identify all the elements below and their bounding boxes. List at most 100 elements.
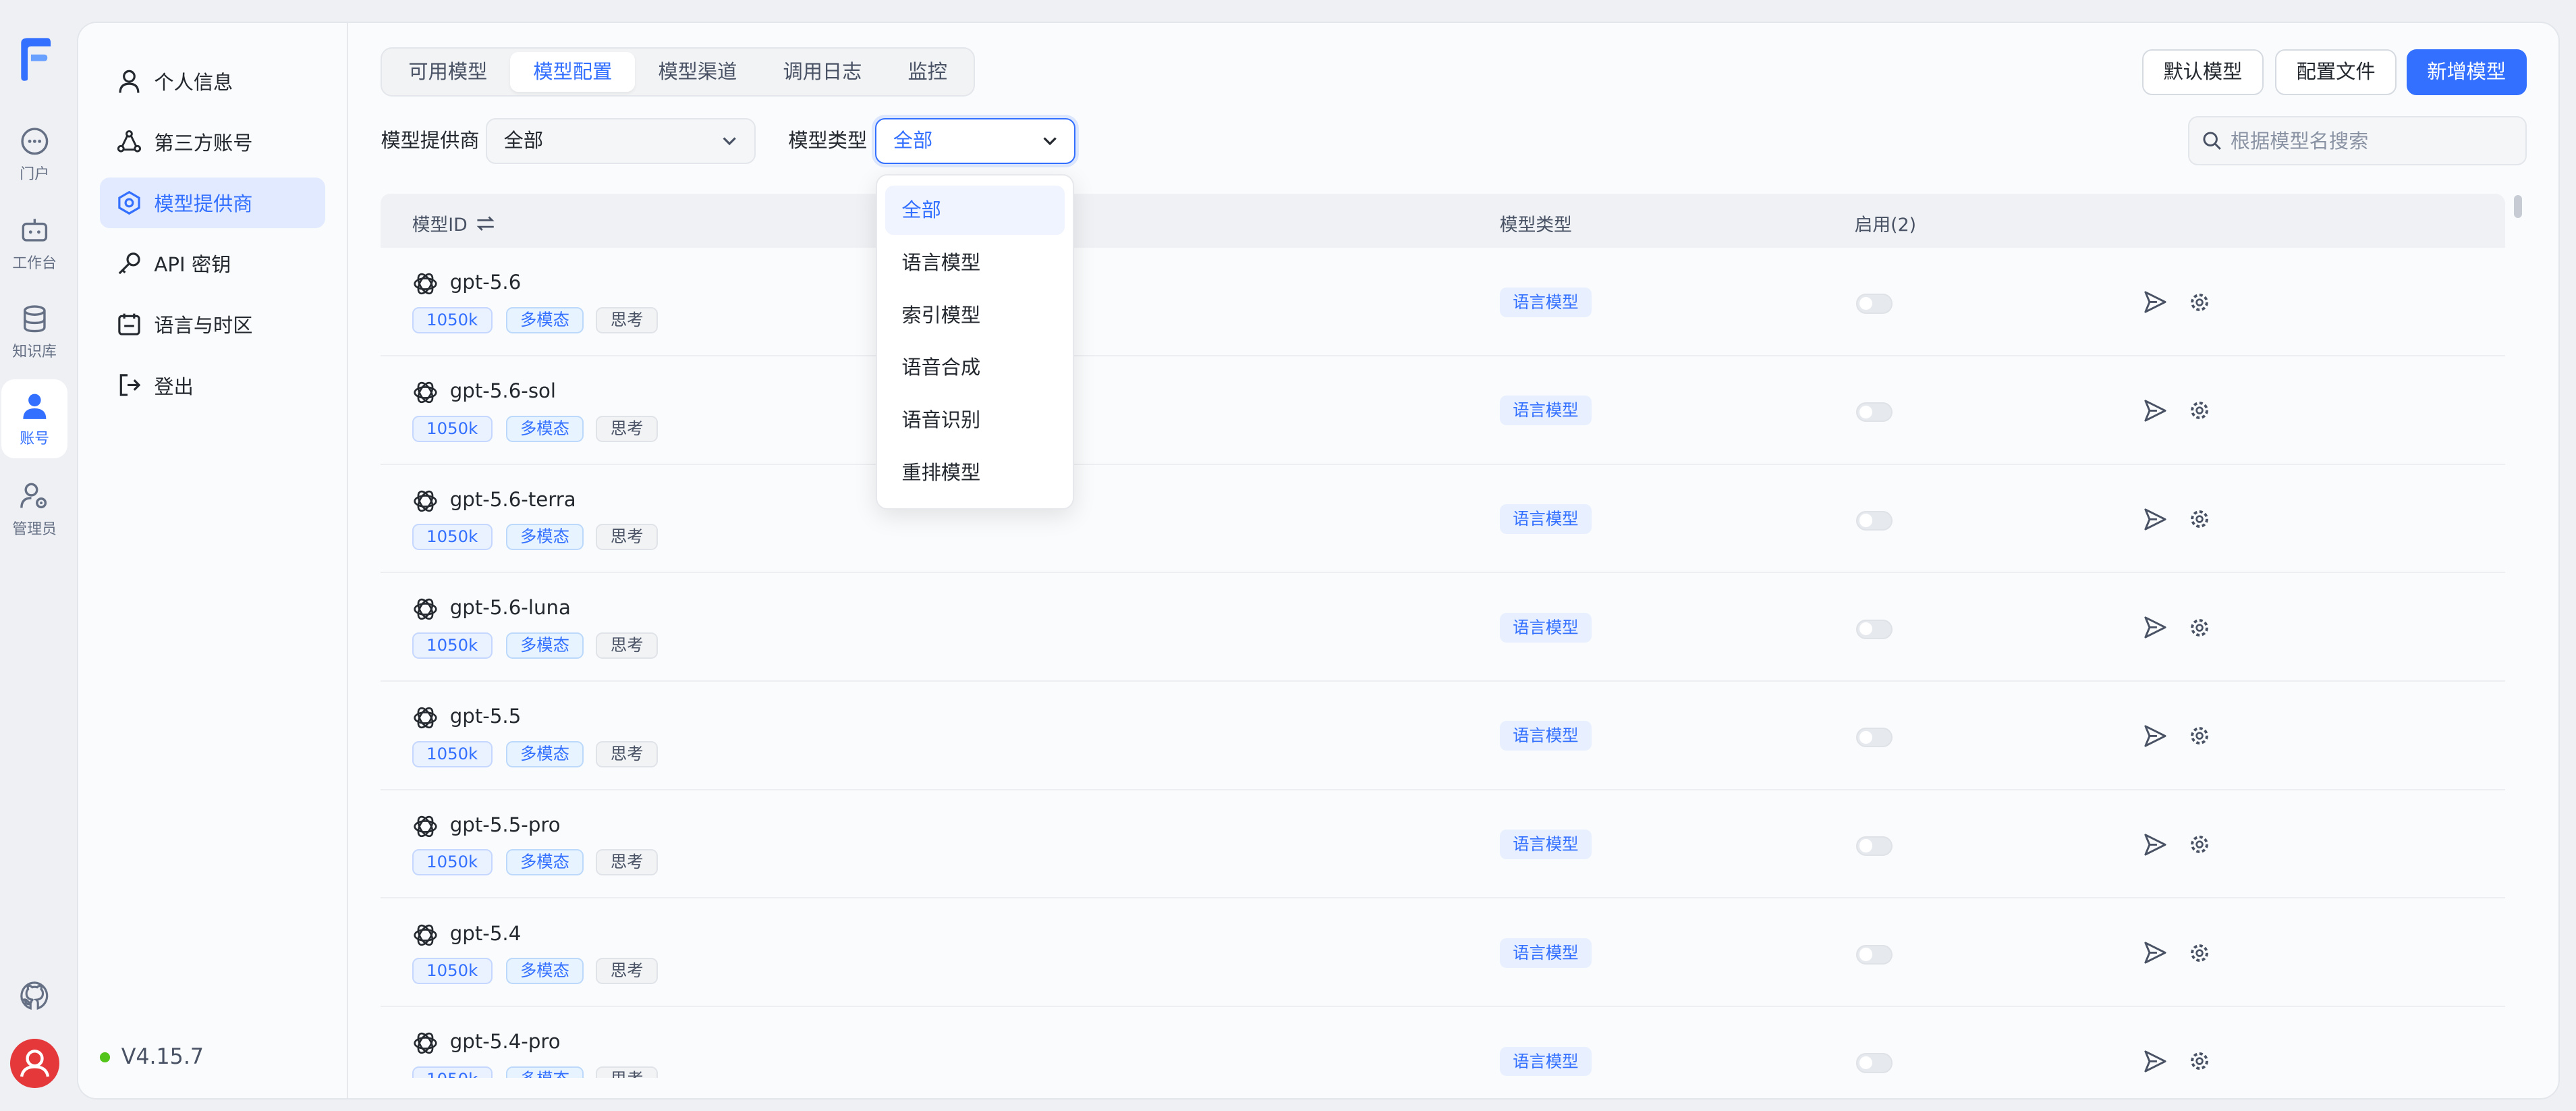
- model-name: gpt-5.6-terra: [449, 487, 576, 511]
- send-test-icon[interactable]: [2142, 1048, 2168, 1075]
- sidebar-item-profile[interactable]: 个人信息: [100, 55, 325, 106]
- reasoning-tag: 思考: [596, 1066, 659, 1078]
- key-icon: [119, 252, 141, 275]
- chevron-down-icon: [723, 137, 736, 146]
- github-icon[interactable]: [18, 979, 51, 1012]
- tab-available-models[interactable]: 可用模型: [385, 52, 510, 91]
- database-icon: [23, 305, 46, 333]
- config-file-button[interactable]: 配置文件: [2275, 49, 2397, 95]
- context-tag: 1050k: [412, 849, 493, 876]
- dropdown-option-tts[interactable]: 语音合成: [885, 343, 1065, 392]
- rail-item-account[interactable]: 账号: [1, 379, 67, 459]
- gear-icon[interactable]: [2188, 508, 2211, 531]
- send-test-icon[interactable]: [2142, 723, 2168, 749]
- type-select[interactable]: 全部: [875, 117, 1076, 165]
- search-box[interactable]: [2187, 116, 2527, 166]
- gear-icon[interactable]: [2188, 942, 2211, 965]
- tab-call-logs[interactable]: 调用日志: [760, 52, 885, 91]
- dropdown-option-embedding[interactable]: 索引模型: [885, 291, 1065, 340]
- admin-gear-icon: [20, 483, 47, 509]
- sidebar-item-label: 个人信息: [154, 71, 233, 94]
- model-type-badge: 语言模型: [1499, 396, 1592, 426]
- content-area: 可用模型 模型配置 模型渠道 调用日志 监控 默认模型 配置文件 新增模型 模型…: [348, 23, 2558, 1098]
- default-model-button[interactable]: 默认模型: [2141, 49, 2264, 95]
- send-test-icon[interactable]: [2142, 398, 2168, 424]
- table-row: gpt-5.5-pro 1050k 多模态 思考 语言模型: [381, 790, 2505, 899]
- swap-sort-icon[interactable]: [476, 215, 495, 232]
- sidebar-item-third-party[interactable]: 第三方账号: [100, 116, 325, 167]
- rail-label: 门户: [20, 166, 50, 184]
- logout-icon: [120, 374, 141, 396]
- sidebar-item-label: 第三方账号: [154, 132, 253, 155]
- provider-icon: [118, 190, 141, 215]
- send-test-icon[interactable]: [2142, 289, 2168, 315]
- enable-toggle[interactable]: [1856, 728, 1893, 748]
- enable-toggle[interactable]: [1856, 510, 1893, 531]
- provider-filter-label: 模型提供商: [381, 129, 480, 153]
- dropdown-option-rerank[interactable]: 重排模型: [885, 448, 1065, 497]
- rail-item-knowledge[interactable]: 知识库: [1, 292, 67, 371]
- model-type-badge: 语言模型: [1499, 504, 1592, 534]
- tab-model-channels[interactable]: 模型渠道: [635, 52, 760, 91]
- provider-select[interactable]: 全部: [486, 117, 756, 165]
- dropdown-option-stt[interactable]: 语音识别: [885, 396, 1065, 445]
- enable-toggle[interactable]: [1856, 836, 1893, 857]
- add-model-button[interactable]: 新增模型: [2406, 49, 2527, 95]
- version-text: V4.15.7: [121, 1045, 204, 1070]
- multimodal-tag: 多模态: [505, 415, 584, 442]
- model-type-badge: 语言模型: [1499, 1046, 1592, 1077]
- enable-toggle[interactable]: [1856, 619, 1893, 639]
- reasoning-tag: 思考: [596, 632, 659, 659]
- sidebar-item-logout[interactable]: 登出: [100, 360, 325, 410]
- rail-item-admin[interactable]: 管理员: [1, 470, 67, 549]
- enable-toggle[interactable]: [1856, 294, 1893, 314]
- table-scrollbar[interactable]: [2513, 195, 2523, 219]
- rail-label: 管理员: [12, 521, 57, 538]
- sidebar-item-api-key[interactable]: API 密钥: [100, 238, 325, 289]
- sidebar-item-language-timezone[interactable]: 语言与时区: [100, 299, 325, 350]
- tab-monitoring[interactable]: 监控: [885, 52, 970, 91]
- tab-model-config[interactable]: 模型配置: [510, 52, 636, 92]
- model-name: gpt-5.6-sol: [449, 379, 557, 403]
- model-type-badge: 语言模型: [1499, 287, 1592, 317]
- reasoning-tag: 思考: [596, 849, 659, 876]
- dropdown-option-language[interactable]: 语言模型: [885, 238, 1065, 288]
- send-test-icon[interactable]: [2142, 506, 2168, 533]
- col-model-id[interactable]: 模型ID: [412, 210, 495, 236]
- gear-icon[interactable]: [2188, 616, 2211, 639]
- gear-icon[interactable]: [2188, 1050, 2211, 1073]
- enable-toggle[interactable]: [1856, 402, 1893, 423]
- gear-icon[interactable]: [2188, 399, 2211, 422]
- openai-logo-icon: [414, 815, 437, 837]
- openai-logo-icon: [414, 273, 437, 295]
- search-input[interactable]: [2230, 129, 2510, 153]
- rail-item-portal[interactable]: 门户: [1, 115, 67, 194]
- send-test-icon[interactable]: [2142, 832, 2168, 858]
- context-tag: 1050k: [412, 1066, 493, 1078]
- model-name: gpt-5.4: [449, 921, 522, 945]
- app-logo-icon[interactable]: [16, 36, 53, 82]
- openai-logo-icon: [414, 599, 437, 620]
- sidebar-item-label: 登出: [154, 375, 194, 398]
- avatar[interactable]: [9, 1038, 59, 1088]
- model-type-badge: 语言模型: [1499, 721, 1592, 751]
- multimodal-tag: 多模态: [505, 740, 584, 767]
- chat-bubble-icon: [21, 128, 49, 155]
- dropdown-option-all[interactable]: 全部: [885, 185, 1065, 235]
- openai-logo-icon: [414, 490, 437, 512]
- gear-icon[interactable]: [2188, 833, 2211, 856]
- share-nodes-icon: [117, 130, 142, 153]
- context-tag: 1050k: [412, 415, 493, 442]
- rail-label: 账号: [20, 431, 50, 448]
- enable-toggle[interactable]: [1856, 1053, 1893, 1073]
- gear-icon[interactable]: [2188, 291, 2211, 314]
- robot-icon: [22, 218, 47, 242]
- enable-toggle[interactable]: [1856, 944, 1893, 965]
- rail-item-workbench[interactable]: 工作台: [1, 204, 67, 283]
- multimodal-tag: 多模态: [505, 632, 584, 659]
- send-test-icon[interactable]: [2142, 940, 2168, 966]
- table-row: gpt-5.4 1050k 多模态 思考 语言模型: [381, 898, 2505, 1008]
- send-test-icon[interactable]: [2142, 614, 2168, 641]
- sidebar-item-model-provider[interactable]: 模型提供商: [100, 177, 325, 228]
- gear-icon[interactable]: [2188, 724, 2211, 747]
